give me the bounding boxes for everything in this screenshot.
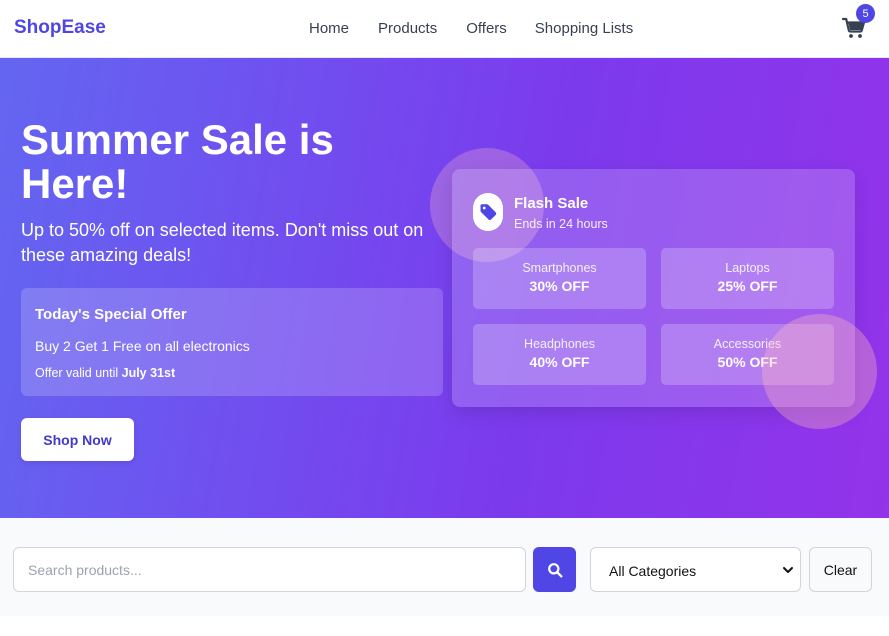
navbar: ShopEase Home Products Offers Shopping L… xyxy=(0,0,889,58)
clear-button[interactable]: Clear xyxy=(809,547,872,592)
search-filter-bar: All Categories Clear xyxy=(0,518,889,616)
nav-link-products[interactable]: Products xyxy=(378,20,437,37)
validity-prefix: Offer valid until xyxy=(35,366,122,380)
nav-link-home[interactable]: Home xyxy=(309,20,349,37)
tag-icon xyxy=(473,193,503,231)
hero-banner: Summer Sale is Here! Up to 50% off on se… xyxy=(0,58,889,518)
tile-category: Smartphones xyxy=(522,261,597,275)
brand-logo[interactable]: ShopEase xyxy=(14,17,106,39)
hero-title: Summer Sale is Here! xyxy=(21,116,334,207)
flash-tile-smartphones[interactable]: Smartphones 30% OFF xyxy=(473,248,646,309)
search-button[interactable] xyxy=(533,547,576,592)
category-selected-value: All Categories xyxy=(609,563,697,579)
category-select[interactable]: All Categories xyxy=(590,547,801,592)
chevron-down-icon xyxy=(782,563,794,581)
tile-discount: 25% OFF xyxy=(717,278,778,294)
search-icon xyxy=(547,562,562,577)
special-offer-box: Today's Special Offer Buy 2 Get 1 Free o… xyxy=(21,288,443,396)
special-offer-description: Buy 2 Get 1 Free on all electronics xyxy=(35,338,250,354)
flash-sale-timer: Ends in 24 hours xyxy=(514,217,608,231)
validity-date: July 31st xyxy=(121,366,176,380)
tile-category: Laptops xyxy=(725,261,770,275)
hero-subtitle: Up to 50% off on selected items. Don't m… xyxy=(21,220,424,265)
flash-tile-headphones[interactable]: Headphones 40% OFF xyxy=(473,324,646,385)
flash-tile-laptops[interactable]: Laptops 25% OFF xyxy=(661,248,834,309)
tile-discount: 40% OFF xyxy=(529,354,590,370)
tile-category: Headphones xyxy=(524,337,595,351)
nav-link-offers[interactable]: Offers xyxy=(466,20,507,37)
nav-links: Home Products Offers Shopping Lists xyxy=(309,20,633,37)
search-input[interactable] xyxy=(13,547,526,592)
nav-link-shopping-lists[interactable]: Shopping Lists xyxy=(535,20,633,37)
cart-count-badge: 5 xyxy=(856,4,875,23)
decorative-bubble xyxy=(762,314,877,429)
tile-discount: 30% OFF xyxy=(529,278,590,294)
flash-sale-title: Flash Sale xyxy=(514,195,589,212)
special-offer-title: Today's Special Offer xyxy=(35,306,187,323)
shop-now-button[interactable]: Shop Now xyxy=(21,418,134,461)
special-offer-validity: Offer valid until July 31st xyxy=(35,366,175,380)
